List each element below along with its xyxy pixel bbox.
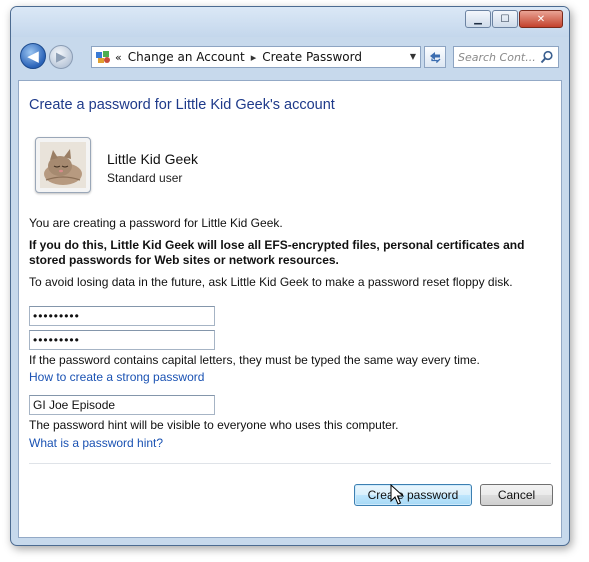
forward-button[interactable]: ▶ (49, 45, 73, 69)
search-input[interactable] (458, 50, 540, 64)
content-pane: Create a password for Little Kid Geek's … (18, 80, 562, 538)
breadcrumb-item-change-account[interactable]: Change an Account (128, 50, 245, 64)
user-type: Standard user (107, 171, 183, 185)
strong-password-link[interactable]: How to create a strong password (29, 370, 204, 385)
title-bar[interactable]: ▁ ☐ ✕ (11, 7, 569, 37)
intro-text: You are creating a password for Little K… (29, 216, 283, 230)
minimize-button[interactable]: ▁ (465, 10, 491, 28)
mouse-pointer-icon (390, 484, 404, 505)
warning-text: If you do this, Little Kid Geek will los… (29, 238, 525, 267)
breadcrumb-overflow-icon[interactable]: « (115, 51, 122, 64)
refresh-icon[interactable] (424, 46, 446, 68)
refresh-arrows-icon (430, 52, 441, 63)
case-sensitivity-note: If the password contains capital letters… (29, 353, 480, 367)
kitten-avatar-icon (40, 142, 86, 188)
cancel-button[interactable]: Cancel (480, 484, 553, 506)
password-hint-field[interactable] (29, 395, 215, 415)
window-frame: ▁ ☐ ✕ ◀ ▶ « Change an Account ▸ Create P… (10, 6, 570, 546)
address-bar[interactable]: « Change an Account ▸ Create Password ▼ (91, 46, 421, 68)
create-password-button[interactable]: Create password (354, 484, 472, 506)
breadcrumb-separator-icon[interactable]: ▸ (251, 51, 257, 64)
breadcrumb-item-create-password[interactable]: Create Password (262, 50, 362, 64)
divider (29, 463, 551, 464)
address-dropdown-icon[interactable]: ▼ (410, 52, 416, 61)
search-icon[interactable] (540, 50, 554, 64)
maximize-button[interactable]: ☐ (492, 10, 518, 28)
back-button[interactable]: ◀ (20, 43, 46, 69)
confirm-password-field[interactable] (29, 330, 215, 350)
control-panel-icon (96, 51, 110, 63)
hint-visibility-note: The password hint will be visible to eve… (29, 418, 399, 432)
close-button[interactable]: ✕ (519, 10, 563, 28)
avatar (35, 137, 91, 193)
new-password-field[interactable] (29, 306, 215, 326)
page-title: Create a password for Little Kid Geek's … (29, 97, 335, 113)
password-hint-link[interactable]: What is a password hint? (29, 436, 163, 451)
advice-text: To avoid losing data in the future, ask … (29, 275, 513, 289)
user-name: Little Kid Geek (107, 151, 199, 167)
search-box[interactable] (453, 46, 559, 68)
navigation-bar: ◀ ▶ « Change an Account ▸ Create Passwor… (11, 37, 569, 77)
caption-buttons: ▁ ☐ ✕ (464, 10, 563, 28)
